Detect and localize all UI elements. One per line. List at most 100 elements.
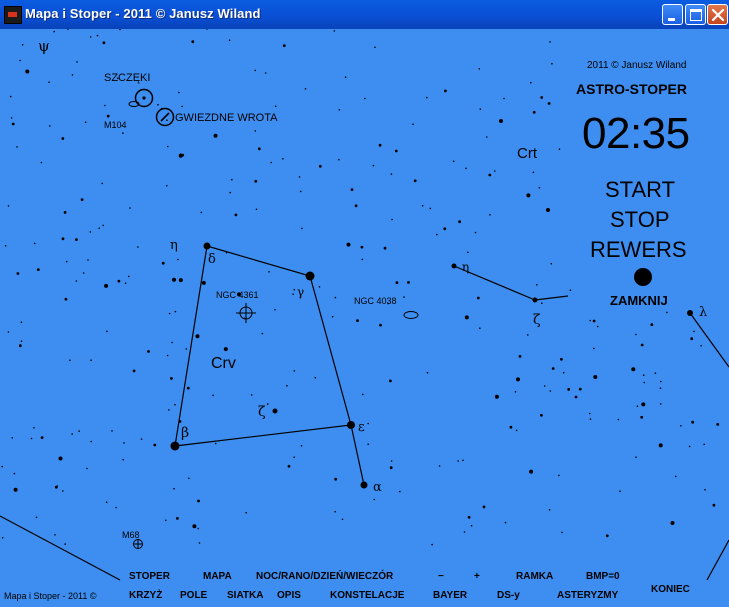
close-button[interactable] <box>707 4 728 25</box>
background-star <box>137 246 139 248</box>
background-star <box>551 62 553 65</box>
menu-krzyz[interactable]: KRZYŻ <box>129 590 162 601</box>
background-star <box>228 39 231 41</box>
star-delta-crv <box>203 242 211 250</box>
star-epsilon-crv <box>347 421 355 429</box>
maximize-button[interactable] <box>685 4 706 25</box>
background-star <box>64 297 68 301</box>
menu-bmp[interactable]: BMP=0 <box>586 571 620 582</box>
reverse-button[interactable]: REWERS <box>590 237 687 263</box>
close-stopwatch-button[interactable]: ZAMKNIJ <box>610 293 668 308</box>
background-star <box>102 224 104 227</box>
background-star <box>82 272 85 274</box>
background-star <box>129 207 131 209</box>
background-star <box>712 503 716 507</box>
background-star <box>558 148 561 150</box>
background-star <box>395 281 399 285</box>
menu-siatka[interactable]: SIATKA <box>227 590 263 601</box>
background-star <box>30 437 33 440</box>
background-star <box>635 456 637 459</box>
background-star <box>462 459 464 462</box>
exit-button[interactable]: KONIEC <box>651 584 690 595</box>
menu-opis[interactable]: OPIS <box>277 590 301 601</box>
stop-button[interactable]: STOP <box>610 207 670 233</box>
background-star <box>367 422 370 425</box>
background-star <box>185 348 188 350</box>
menu-zoom-out[interactable]: − <box>438 571 444 582</box>
star-map[interactable]: ψ SZCZĘKI M104 GWIEZDNE WROTA Crt η δ γ … <box>0 29 729 607</box>
background-star <box>658 443 663 448</box>
menu-pole[interactable]: POLE <box>180 590 207 601</box>
background-star <box>166 119 168 121</box>
background-star <box>464 315 469 320</box>
background-star <box>86 467 88 470</box>
background-star <box>390 460 393 462</box>
menu-time-of-day[interactable]: NOC/RANO/DZIEŃ/WIECZÓR <box>256 571 393 582</box>
background-star <box>443 227 447 231</box>
minimize-button[interactable] <box>662 4 683 25</box>
background-star <box>438 465 441 467</box>
menu-mapa[interactable]: MAPA <box>203 571 232 582</box>
background-star <box>338 109 341 111</box>
label-ngc4038: NGC 4038 <box>354 296 397 306</box>
background-star <box>467 515 471 519</box>
menu-bayer[interactable]: BAYER <box>433 590 467 601</box>
background-star <box>96 34 99 37</box>
start-button[interactable]: START <box>605 177 675 203</box>
background-star <box>389 466 393 470</box>
app-icon[interactable] <box>4 6 22 24</box>
background-star <box>569 289 572 292</box>
menu-zoom-in[interactable]: + <box>474 571 480 582</box>
background-star <box>631 367 636 372</box>
background-star <box>334 477 338 481</box>
background-star <box>166 145 169 148</box>
background-star <box>403 296 405 298</box>
background-star <box>173 487 175 490</box>
background-star <box>286 384 288 387</box>
background-star <box>640 415 644 419</box>
background-star <box>234 213 238 217</box>
menu-stoper[interactable]: STOPER <box>129 571 170 582</box>
background-star <box>75 238 78 242</box>
menu-ramka[interactable]: RAMKA <box>516 571 553 582</box>
menu-konstelacje[interactable]: KONSTELACJE <box>330 590 404 601</box>
label-gamma-crv: γ <box>297 285 305 299</box>
background-star <box>589 418 592 420</box>
background-star <box>48 81 50 83</box>
boundary-line-2 <box>706 539 729 581</box>
background-star <box>166 354 169 357</box>
background-star <box>389 379 392 383</box>
jaws-center-icon <box>142 96 146 100</box>
background-star <box>206 29 208 30</box>
background-star <box>147 350 150 353</box>
minimize-icon <box>668 18 675 21</box>
crt-line-2 <box>534 295 569 301</box>
background-star <box>166 185 168 187</box>
menu-asteryzmy[interactable]: ASTERYZMY <box>557 590 618 601</box>
background-star <box>716 423 720 426</box>
background-star <box>560 357 563 361</box>
background-star <box>105 501 108 504</box>
background-star <box>412 123 414 125</box>
background-star <box>541 302 543 305</box>
label-zeta-crv: ζ <box>258 404 266 420</box>
background-star <box>90 440 92 443</box>
background-star <box>123 442 125 444</box>
background-star <box>688 445 691 448</box>
label-lambda-hya: λ <box>699 305 708 320</box>
background-star <box>485 136 488 138</box>
label-alpha-crv: α <box>373 480 382 495</box>
background-star <box>659 387 662 390</box>
background-star <box>58 456 63 461</box>
background-star <box>558 474 560 477</box>
background-star <box>304 88 307 90</box>
background-star <box>13 487 18 492</box>
background-star <box>488 173 492 177</box>
background-star <box>264 72 267 74</box>
background-star <box>429 207 432 210</box>
menu-ds[interactable]: DS-y <box>497 590 520 601</box>
background-star <box>341 518 344 521</box>
background-star <box>527 334 529 336</box>
background-star <box>659 403 662 405</box>
label-jaws: SZCZĘKI <box>104 72 151 84</box>
